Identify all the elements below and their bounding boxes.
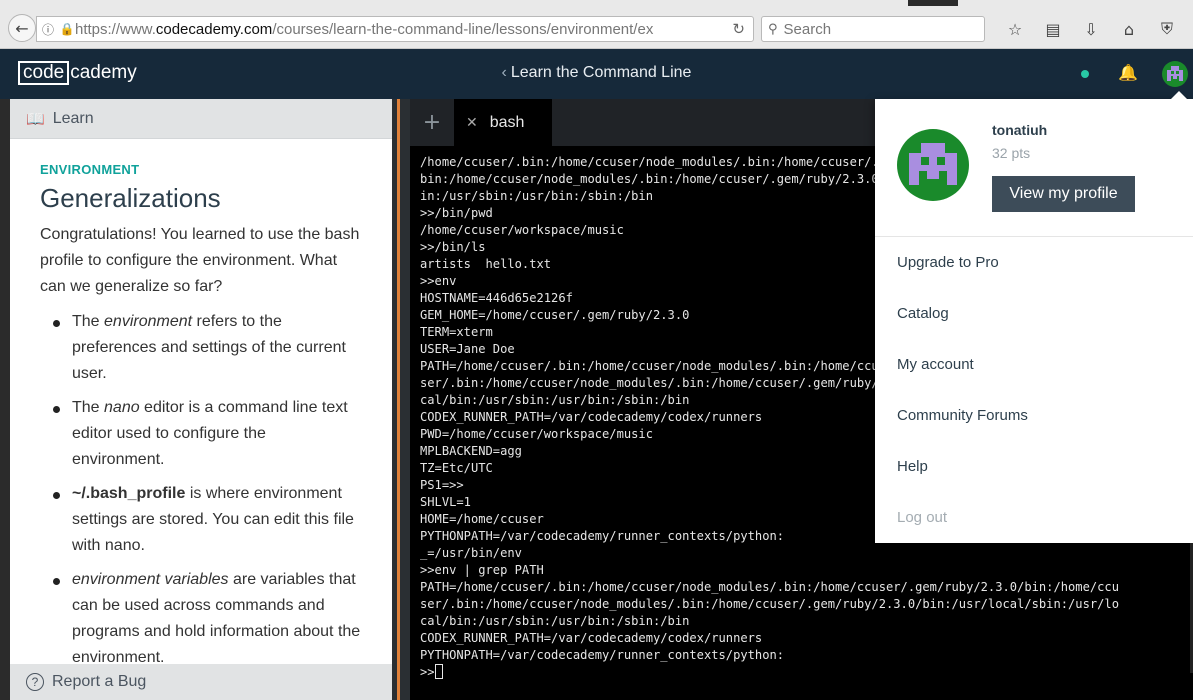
search-placeholder: Search	[783, 20, 832, 38]
lock-icon: 🔒	[59, 22, 75, 36]
terminal-line: CODEX_RUNNER_PATH=/var/codecademy/codex/…	[420, 631, 763, 645]
plus-icon: +	[422, 110, 442, 135]
section-kicker: ENVIRONMENT	[40, 162, 140, 177]
terminal-line: ser/.bin:/home/ccuser/node_modules/.bin:…	[420, 597, 1119, 611]
browser-toolbar: ← ⓘ 🔒 https://www.codecademy.com/courses…	[0, 0, 1193, 49]
tab-bash-label: bash	[489, 113, 525, 131]
menu-item-upgrade-to-pro[interactable]: Upgrade to Pro	[875, 237, 1193, 288]
avatar[interactable]	[897, 129, 969, 201]
menu-item-community-forums[interactable]: Community Forums	[875, 390, 1193, 441]
info-icon[interactable]: ⓘ	[37, 21, 59, 38]
menu-item-help[interactable]: Help	[875, 441, 1193, 492]
profile-menu-list: Upgrade to Pro Catalog My account Commun…	[875, 237, 1193, 543]
report-bug-label: Report a Bug	[52, 673, 147, 690]
menu-item-catalog[interactable]: Catalog	[875, 288, 1193, 339]
list-item: The nano editor is a command line text e…	[40, 395, 362, 473]
avatar[interactable]	[1162, 61, 1188, 87]
url-bar[interactable]: ⓘ 🔒 https://www.codecademy.com/courses/l…	[36, 16, 754, 42]
lesson-intro: Congratulations! You learned to use the …	[40, 226, 360, 295]
avatar-pixel-icon	[1167, 66, 1183, 81]
terminal-line: cal/bin:/usr/sbin:/usr/bin:/sbin:/bin	[420, 614, 690, 628]
course-title[interactable]: ‹ Learn the Command Line	[0, 64, 1193, 82]
url-path: /courses/learn-the-command-line/lessons/…	[272, 20, 654, 38]
terminal-line: PYTHONPATH=/var/codecademy/runner_contex…	[420, 648, 785, 662]
status-indicator	[1081, 70, 1089, 78]
bell-icon[interactable]: 🔔	[1118, 63, 1138, 82]
browser-toolbar-icons: ☆ ▤ ⇩ ⌂ ⛨	[996, 16, 1186, 42]
back-button[interactable]: ←	[8, 14, 36, 42]
avatar-pixel-icon	[909, 143, 957, 185]
username: tonatiuh	[992, 122, 1048, 138]
bookmark-star-icon[interactable]: ☆	[996, 16, 1034, 42]
user-points: 32 pts	[992, 145, 1031, 161]
book-icon: 📖	[26, 110, 45, 128]
list-item: The environment refers to the preference…	[40, 309, 362, 387]
point-lead: The	[72, 399, 105, 416]
add-terminal-button[interactable]: +	[410, 99, 454, 146]
view-profile-button[interactable]: View my profile	[992, 176, 1135, 212]
terminal-line: >>env | grep PATH	[420, 563, 544, 577]
tab-bash[interactable]: ✕ bash	[454, 99, 552, 146]
panel-resize-handle[interactable]	[392, 99, 410, 700]
tab-learn-label: Learn	[52, 109, 94, 127]
reload-icon[interactable]: ↻	[732, 20, 745, 38]
lesson-points: The environment refers to the preference…	[40, 309, 362, 664]
tab-learn[interactable]: 📖 Learn	[10, 99, 392, 139]
search-input[interactable]: ⚲ Search	[761, 16, 985, 42]
arrow-left-icon: ←	[15, 18, 29, 38]
prompt-symbol: >>	[420, 665, 435, 679]
chevron-left-icon: ‹	[501, 64, 507, 81]
home-icon[interactable]: ⌂	[1110, 16, 1148, 42]
reading-list-icon[interactable]: ▤	[1034, 16, 1072, 42]
point-term: ~/.bash_profile	[72, 485, 186, 502]
tab-strip	[908, 0, 958, 6]
list-item: ~/.bash_profile is where environment set…	[40, 481, 362, 559]
lesson-title: Generalizations	[40, 183, 221, 213]
profile-summary: tonatiuh 32 pts View my profile	[875, 99, 1193, 237]
profile-dropdown: tonatiuh 32 pts View my profile Upgrade …	[875, 91, 1193, 543]
search-icon: ⚲	[768, 21, 778, 37]
download-icon[interactable]: ⇩	[1072, 16, 1110, 42]
help-circle-icon: ?	[26, 673, 44, 691]
terminal-prompt[interactable]: >>	[420, 664, 1183, 681]
terminal-line: _=/usr/bin/env	[420, 546, 522, 560]
url-host: codecademy.com	[155, 20, 273, 38]
point-term: environment	[104, 313, 193, 330]
url-prefix: https://www.	[75, 20, 156, 38]
lesson-panel: 📖 Learn ENVIRONMENT Generalizations Cong…	[10, 99, 392, 700]
point-lead: The	[72, 313, 105, 330]
point-term: nano	[104, 399, 140, 416]
lesson-content: ENVIRONMENT Generalizations Congratulati…	[10, 139, 392, 664]
url-text[interactable]: https://www.codecademy.com/courses/learn…	[75, 21, 715, 38]
app-header: code cademy ‹ Learn the Command Line 🔔	[0, 49, 1193, 99]
terminal-line: PATH=/home/ccuser/.bin:/home/ccuser/node…	[420, 580, 1119, 594]
report-bug-button[interactable]: ? Report a Bug	[10, 664, 392, 700]
close-icon[interactable]: ✕	[466, 114, 478, 131]
course-title-text: Learn the Command Line	[510, 64, 692, 81]
panel-divider	[397, 99, 400, 700]
menu-item-log-out[interactable]: Log out	[875, 492, 1193, 543]
shield-icon[interactable]: ⛨	[1148, 16, 1186, 42]
point-term: environment variables	[72, 571, 229, 588]
list-item: environment variables are variables that…	[40, 567, 362, 664]
menu-item-my-account[interactable]: My account	[875, 339, 1193, 390]
terminal-cursor	[434, 664, 443, 679]
